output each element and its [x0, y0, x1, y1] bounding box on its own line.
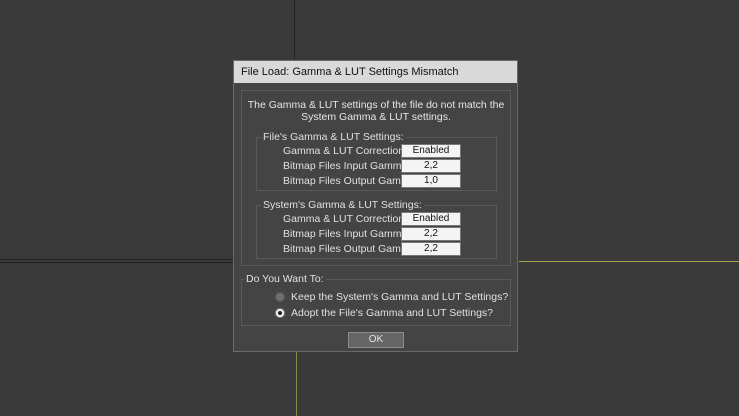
- system-output-gamma-row: Bitmap Files Output Gamma: 2,2: [257, 242, 496, 256]
- dialog-title: File Load: Gamma & LUT Settings Mismatch: [241, 66, 459, 78]
- file-input-gamma-value: 2,2: [401, 159, 461, 173]
- mismatch-message: The Gamma & LUT settings of the file do …: [242, 99, 510, 123]
- file-input-gamma-row: Bitmap Files Input Gamma: 2,2: [257, 159, 496, 173]
- system-settings-title: System's Gamma & LUT Settings:: [261, 199, 424, 211]
- system-output-gamma-value: 2,2: [401, 242, 461, 256]
- file-settings-title: File's Gamma & LUT Settings:: [261, 131, 406, 143]
- system-input-gamma-row: Bitmap Files Input Gamma: 2,2: [257, 227, 496, 241]
- system-gamma-lut-correction-value: Enabled: [401, 212, 461, 226]
- choice-title: Do You Want To:: [244, 273, 326, 285]
- adopt-file-settings-radio[interactable]: [275, 308, 285, 318]
- file-settings-group: File's Gamma & LUT Settings: Gamma & LUT…: [256, 131, 497, 191]
- viewport-active-border-horizontal: [519, 261, 739, 262]
- file-output-gamma-row: Bitmap Files Output Gamma: 1,0: [257, 174, 496, 188]
- system-gamma-lut-correction-row: Gamma & LUT Correction: Enabled: [257, 212, 496, 226]
- field-label: Bitmap Files Input Gamma:: [283, 160, 411, 172]
- ok-button[interactable]: OK: [348, 332, 404, 348]
- adopt-file-settings-option[interactable]: Adopt the File's Gamma and LUT Settings?: [275, 306, 493, 320]
- system-settings-group: System's Gamma & LUT Settings: Gamma & L…: [256, 199, 497, 259]
- field-label: Bitmap Files Input Gamma:: [283, 228, 411, 240]
- file-output-gamma-value: 1,0: [401, 174, 461, 188]
- system-input-gamma-value: 2,2: [401, 227, 461, 241]
- choice-group: Do You Want To: Keep the System's Gamma …: [241, 273, 511, 326]
- keep-system-settings-option[interactable]: Keep the System's Gamma and LUT Settings…: [275, 290, 508, 304]
- field-label: Gamma & LUT Correction:: [283, 213, 408, 225]
- field-label: Bitmap Files Output Gamma:: [283, 243, 419, 255]
- adopt-file-settings-label[interactable]: Adopt the File's Gamma and LUT Settings?: [291, 307, 493, 319]
- message-line-2: System Gamma & LUT settings.: [301, 111, 451, 123]
- file-gamma-lut-correction-value: Enabled: [401, 144, 461, 158]
- field-label: Gamma & LUT Correction:: [283, 145, 408, 157]
- field-label: Bitmap Files Output Gamma:: [283, 175, 419, 187]
- viewport-divider-horizontal: [0, 259, 234, 260]
- settings-panel: The Gamma & LUT settings of the file do …: [241, 90, 511, 266]
- dialog-titlebar[interactable]: File Load: Gamma & LUT Settings Mismatch: [234, 61, 517, 83]
- keep-system-settings-radio[interactable]: [275, 292, 285, 302]
- viewport-divider-horizontal-2: [0, 262, 234, 263]
- keep-system-settings-label[interactable]: Keep the System's Gamma and LUT Settings…: [291, 291, 508, 303]
- gamma-lut-mismatch-dialog: File Load: Gamma & LUT Settings Mismatch…: [233, 60, 518, 352]
- message-line-1: The Gamma & LUT settings of the file do …: [247, 99, 505, 111]
- file-gamma-lut-correction-row: Gamma & LUT Correction: Enabled: [257, 144, 496, 158]
